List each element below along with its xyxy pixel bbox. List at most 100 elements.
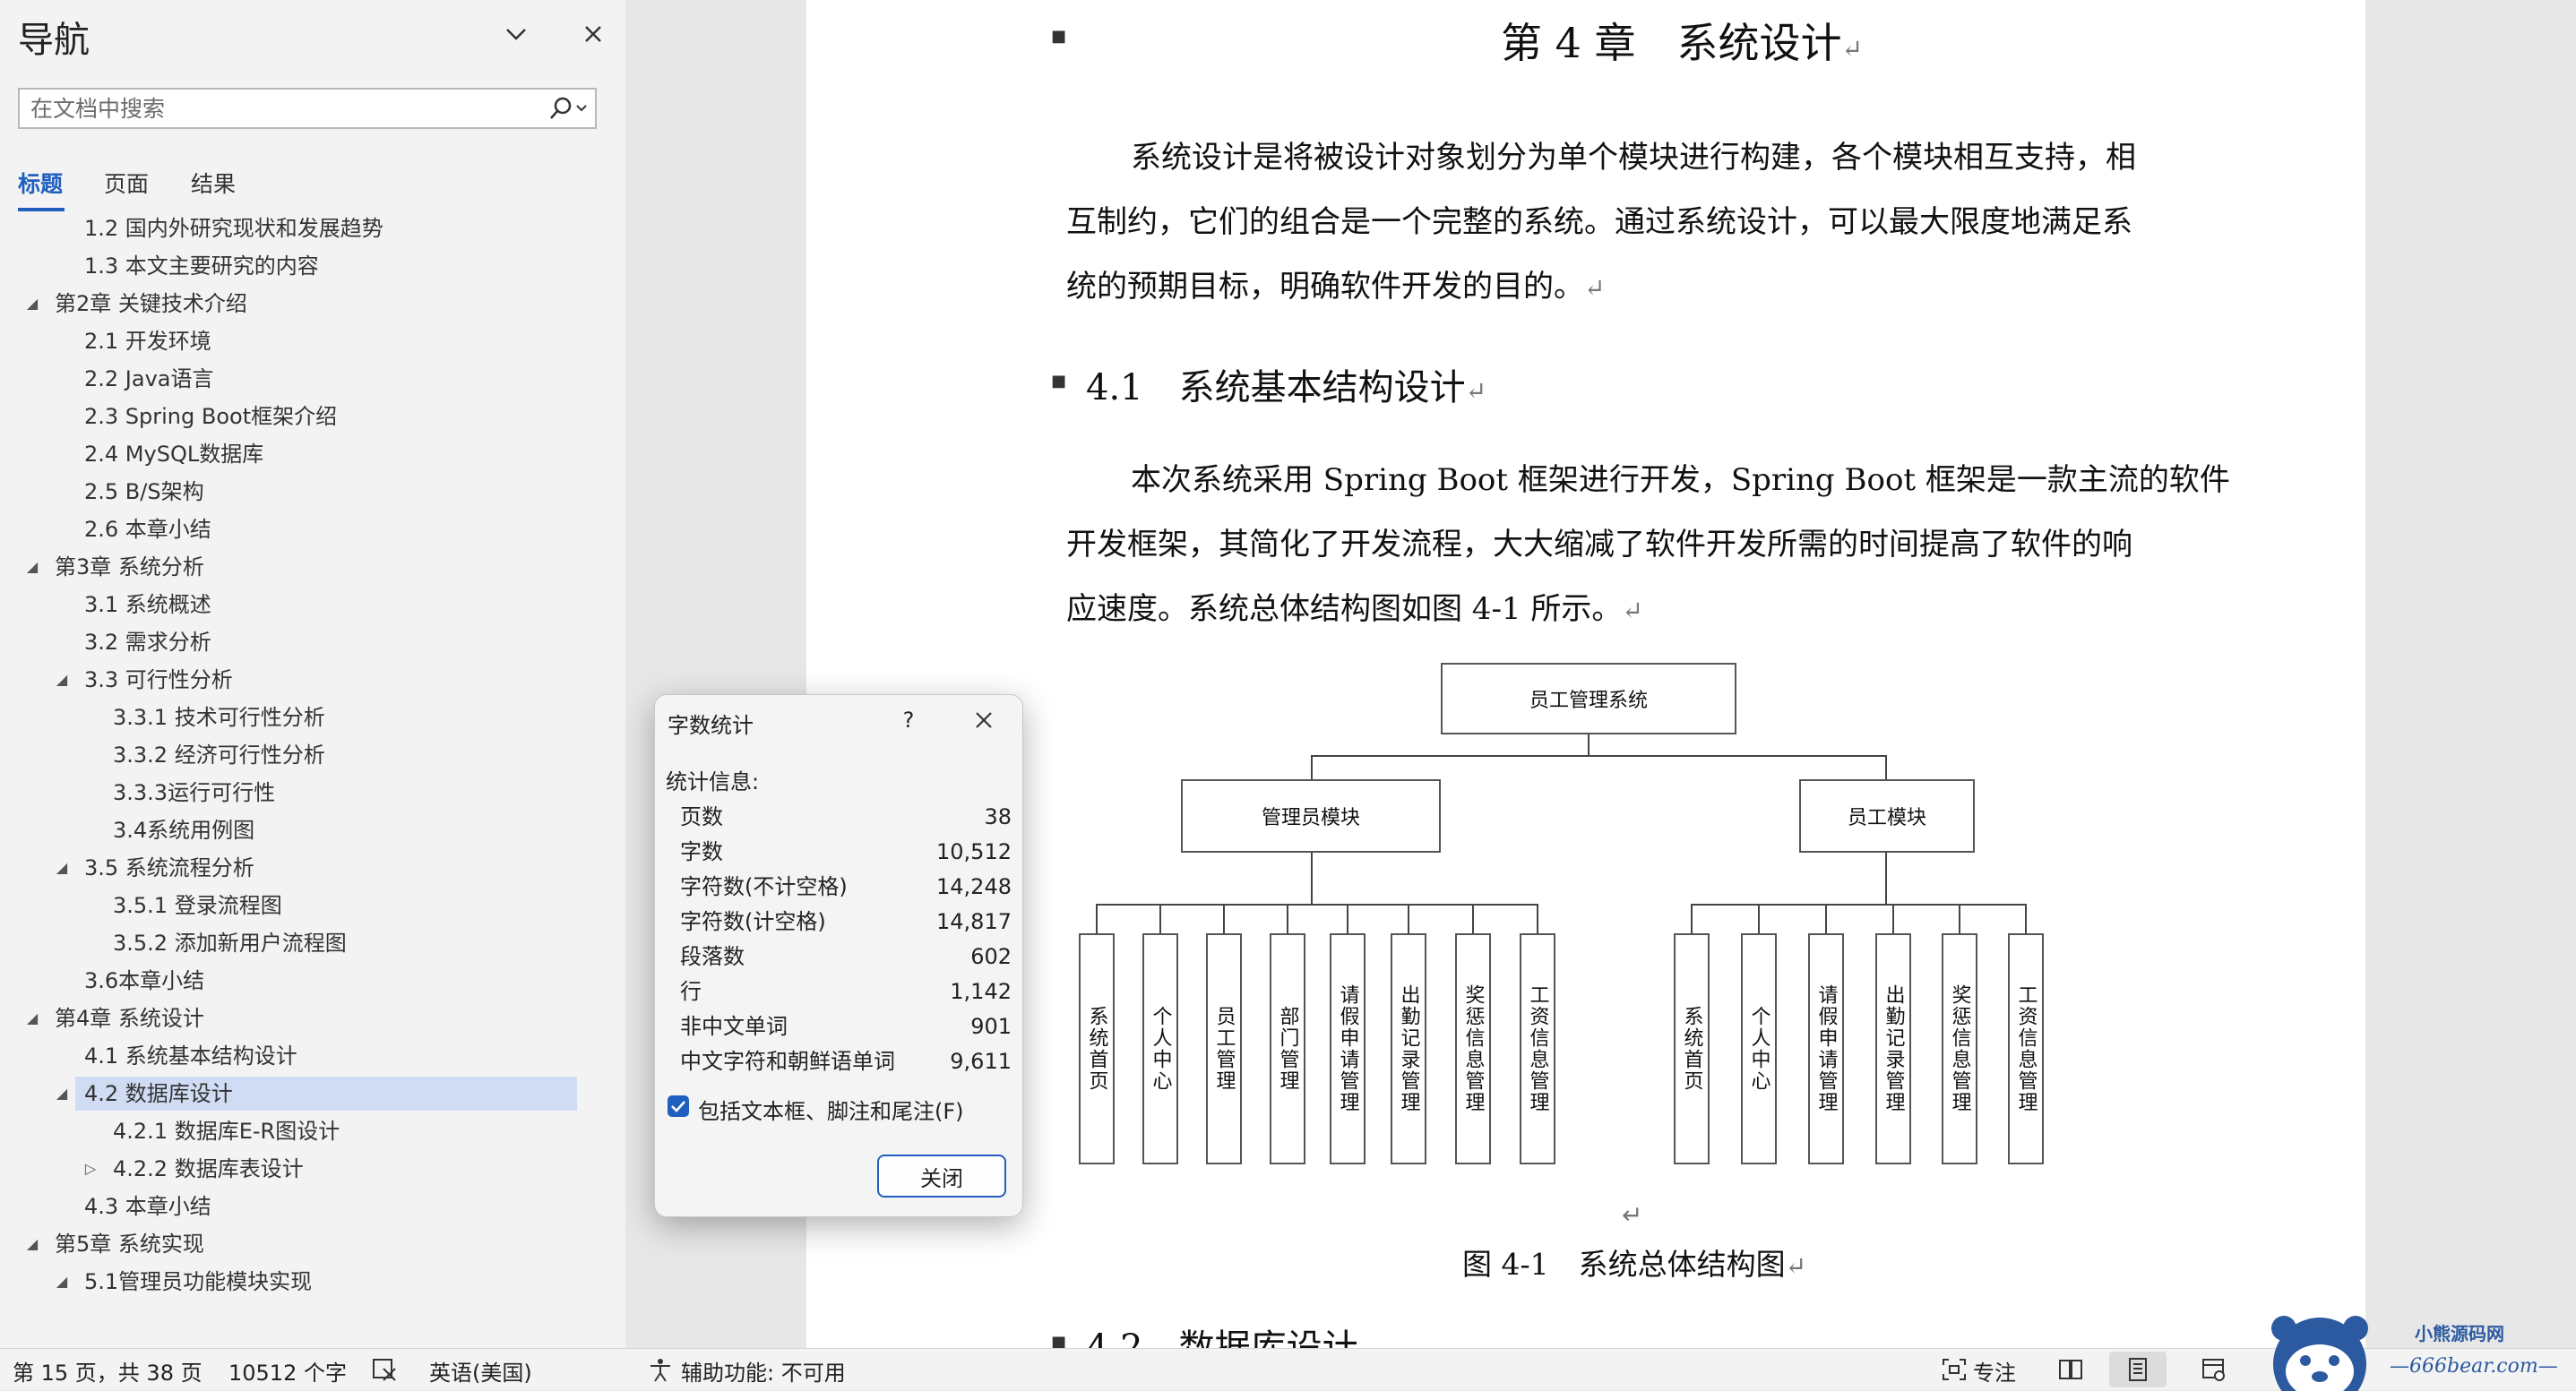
collapse-arrow-icon[interactable]: ◢ bbox=[23, 1227, 41, 1261]
dialog-title: 字数统计 bbox=[668, 713, 754, 738]
tree-item[interactable]: 3.6本章小结 bbox=[0, 964, 582, 998]
tree-item[interactable]: 3.3.1 技术可行性分析 bbox=[0, 700, 582, 734]
tree-item-label: 3.3.1 技术可行性分析 bbox=[113, 705, 325, 730]
watermark-url: —666bear.com— bbox=[2390, 1355, 2558, 1378]
collapse-arrow-icon[interactable]: ◢ bbox=[23, 287, 41, 321]
tree-item[interactable]: 3.1 系统概述 bbox=[0, 588, 582, 622]
tree-item[interactable]: 3.3.2 经济可行性分析 bbox=[0, 738, 582, 772]
tree-item[interactable]: 4.2.1 数据库E-R图设计 bbox=[0, 1114, 582, 1148]
tree-item[interactable]: ◢ 第4章 系统设计 bbox=[0, 1001, 582, 1035]
connector bbox=[1472, 904, 1474, 935]
document-page[interactable]: ■ 第 4 章 系统设计↵ 系统设计是将被设计对象划分为单个模块进行构建，各个模… bbox=[806, 0, 2365, 1352]
tree-item[interactable]: ◢ 5.1管理员功能模块实现 bbox=[0, 1265, 582, 1299]
collapse-arrow-icon[interactable]: ◢ bbox=[53, 851, 71, 885]
word-count[interactable]: 10512 个字 bbox=[228, 1355, 347, 1387]
stat-value: 10,512 bbox=[936, 839, 1012, 864]
focus-icon[interactable] bbox=[1941, 1357, 1968, 1382]
tree-item[interactable]: ◢ 第5章 系统实现 bbox=[0, 1227, 582, 1261]
tree-item[interactable]: 1.3 本文主要研究的内容 bbox=[0, 249, 582, 283]
search-input[interactable] bbox=[20, 90, 532, 127]
language-indicator[interactable]: 英语(美国) bbox=[429, 1355, 532, 1387]
tree-item-label: 1.2 国内外研究现状和发展趋势 bbox=[84, 217, 383, 241]
nav-title: 导航 bbox=[18, 20, 90, 61]
tree-item[interactable]: ◢ 3.3 可行性分析 bbox=[0, 663, 582, 697]
proofing-icon[interactable] bbox=[371, 1357, 398, 1382]
focus-mode-button[interactable]: 专注 bbox=[1973, 1355, 2016, 1387]
tree-item-label: 第5章 系统实现 bbox=[55, 1232, 204, 1257]
collapse-arrow-icon[interactable]: ◢ bbox=[53, 663, 71, 697]
tree-item[interactable]: 1.2 国内外研究现状和发展趋势 bbox=[0, 217, 582, 245]
web-layout-icon[interactable] bbox=[2201, 1357, 2227, 1382]
tree-item[interactable]: ◢ 第2章 关键技术介绍 bbox=[0, 287, 582, 321]
accessibility-status[interactable]: 辅助功能: 不可用 bbox=[681, 1355, 846, 1387]
help-button[interactable]: ? bbox=[886, 702, 931, 738]
expand-arrow-icon[interactable]: ▷ bbox=[82, 1152, 99, 1186]
tree-item[interactable]: 4.1 系统基本结构设计 bbox=[0, 1039, 582, 1073]
bullet-mark: ■ bbox=[1051, 27, 1067, 46]
checkbox-label[interactable]: 包括文本框、脚注和尾注(F) bbox=[698, 1094, 964, 1125]
tree-item[interactable]: ◢ 3.5 系统流程分析 bbox=[0, 851, 582, 885]
tree-item-label: 3.5.2 添加新用户流程图 bbox=[113, 931, 347, 956]
nav-search-box bbox=[18, 88, 597, 129]
tree-item[interactable]: 3.3.3运行可行性 bbox=[0, 776, 582, 810]
tab-headings[interactable]: 标题 bbox=[18, 167, 63, 199]
tree-item[interactable]: 2.1 开发环境 bbox=[0, 324, 582, 358]
tree-item[interactable]: 2.2 Java语言 bbox=[0, 362, 582, 396]
stat-value: 14,817 bbox=[936, 909, 1012, 934]
stat-value: 14,248 bbox=[936, 874, 1012, 899]
page-count[interactable]: 第 15 页，共 38 页 bbox=[13, 1355, 202, 1387]
section-heading: 4.2 数据库设计 bbox=[1086, 1327, 1358, 1348]
tab-pages[interactable]: 页面 bbox=[104, 167, 149, 199]
body-line: 统的预期目标，明确软件开发的目的。↵ bbox=[1066, 269, 1606, 305]
body-line: 系统设计是将被设计对象划分为单个模块进行构建，各个模块相互支持，相 bbox=[1131, 140, 2136, 176]
tree-item[interactable]: 2.6 本章小结 bbox=[0, 512, 582, 546]
connector bbox=[1892, 904, 1894, 935]
close-icon[interactable] bbox=[961, 702, 1006, 738]
tree-item[interactable]: 3.4系统用例图 bbox=[0, 813, 582, 847]
stat-label: 字符数(不计空格) bbox=[680, 874, 848, 899]
print-layout-icon[interactable] bbox=[2124, 1357, 2151, 1382]
close-icon[interactable] bbox=[579, 20, 607, 48]
tree-item[interactable]: ▷ 4.2.2 数据库表设计 bbox=[0, 1152, 582, 1186]
connector bbox=[1959, 904, 1960, 935]
tree-item-label: 1.3 本文主要研究的内容 bbox=[84, 253, 319, 279]
read-mode-icon[interactable] bbox=[2057, 1357, 2084, 1382]
tree-item[interactable]: ◢ 第3章 系统分析 bbox=[0, 550, 582, 584]
tree-item[interactable]: 3.5.2 添加新用户流程图 bbox=[0, 926, 582, 960]
collapse-arrow-icon[interactable]: ◢ bbox=[23, 550, 41, 584]
tree-item-label: 2.6 本章小结 bbox=[84, 517, 211, 542]
stat-value: 38 bbox=[984, 804, 1012, 829]
tree-item-label: 2.4 MySQL数据库 bbox=[84, 442, 264, 467]
tree-item[interactable]: 2.3 Spring Boot框架介绍 bbox=[0, 399, 582, 434]
tree-item[interactable]: 2.5 B/S架构 bbox=[0, 475, 582, 509]
employee-leaf-node: 工资信息管理 bbox=[2008, 933, 2044, 1164]
tree-item[interactable]: 4.3 本章小结 bbox=[0, 1189, 582, 1224]
connector bbox=[2025, 904, 2027, 935]
tree-item-label: 3.6本章小结 bbox=[84, 968, 205, 993]
collapse-arrow-icon[interactable]: ◢ bbox=[53, 1077, 71, 1111]
admin-leaf-node: 奖惩信息管理 bbox=[1455, 933, 1491, 1164]
admin-leaf-node: 个人中心 bbox=[1142, 933, 1178, 1164]
tree-item[interactable]: 3.2 需求分析 bbox=[0, 625, 582, 659]
connector bbox=[1096, 904, 1098, 935]
tree-item-selected[interactable]: ◢ 4.2 数据库设计 bbox=[56, 1077, 577, 1111]
connector bbox=[1311, 853, 1313, 905]
search-icon[interactable] bbox=[543, 94, 590, 123]
tree-item[interactable]: 3.5.1 登录流程图 bbox=[0, 889, 582, 923]
collapse-arrow-icon[interactable]: ◢ bbox=[53, 1265, 71, 1299]
tree-item-label: 第3章 系统分析 bbox=[55, 554, 204, 580]
include-textboxes-checkbox[interactable] bbox=[668, 1095, 689, 1117]
stat-row: 行 1,142 bbox=[680, 975, 1012, 1009]
stat-label: 中文字符和朝鲜语单词 bbox=[680, 1049, 895, 1074]
stat-value: 901 bbox=[970, 1014, 1012, 1039]
tree-item[interactable]: 2.4 MySQL数据库 bbox=[0, 437, 582, 471]
paragraph-mark: ↵ bbox=[1622, 1200, 1643, 1230]
close-button[interactable]: 关闭 bbox=[877, 1155, 1006, 1198]
navigation-pane: 导航 标题 页面 结果 1.2 国内外研究现状和发展趋势 1.3 本文主要研究的… bbox=[0, 0, 625, 1348]
tab-results[interactable]: 结果 bbox=[191, 167, 236, 199]
chevron-down-icon[interactable] bbox=[502, 20, 530, 48]
accessibility-icon[interactable] bbox=[647, 1357, 674, 1382]
connector bbox=[1691, 904, 1693, 935]
collapse-arrow-icon[interactable]: ◢ bbox=[23, 1001, 41, 1035]
tree-item-label: 3.2 需求分析 bbox=[84, 630, 211, 655]
